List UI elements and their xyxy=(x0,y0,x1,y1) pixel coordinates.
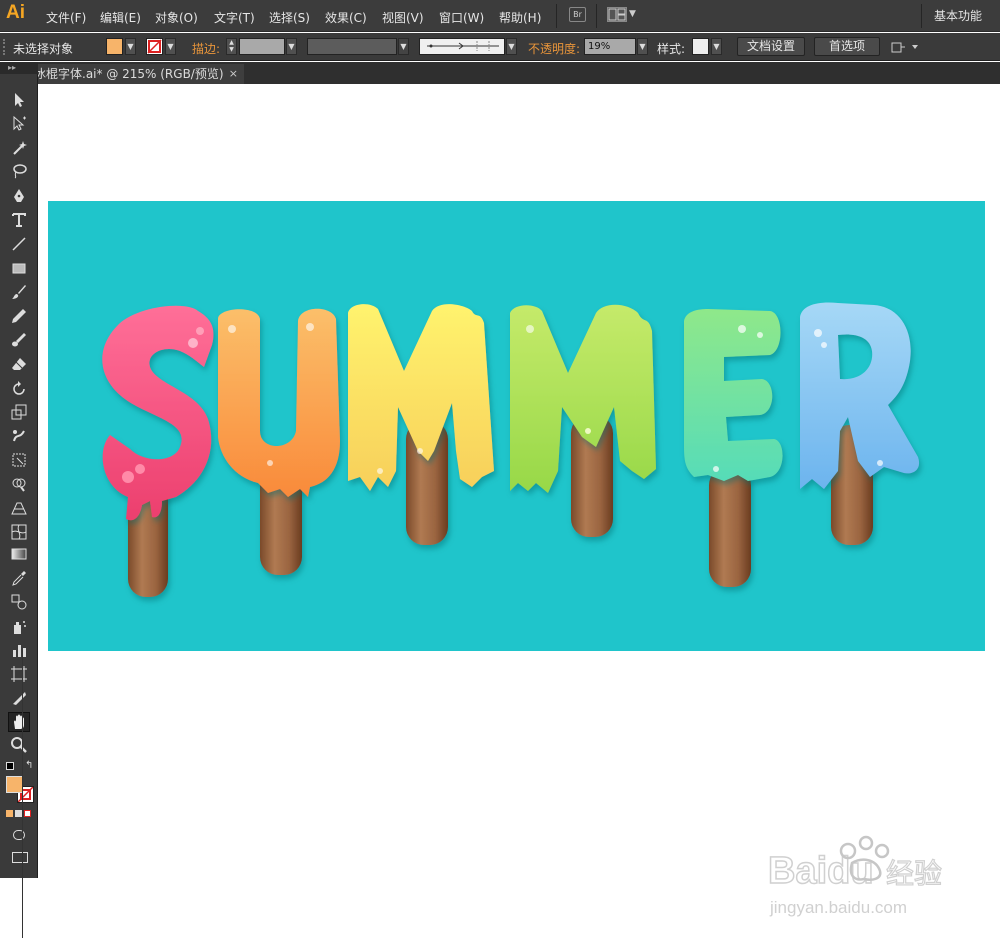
default-colors-icon[interactable] xyxy=(6,762,14,770)
stroke-label[interactable]: 描边: xyxy=(192,40,220,57)
fill-dropdown-icon[interactable]: ▼ xyxy=(125,38,136,55)
paintbrush-tool-icon[interactable] xyxy=(8,282,30,302)
type-tool-icon[interactable] xyxy=(8,210,30,230)
menu-object[interactable]: 对象(O) xyxy=(155,9,198,26)
brush-definition-field[interactable] xyxy=(419,38,505,55)
menu-select[interactable]: 选择(S) xyxy=(269,9,310,26)
bridge-button[interactable]: Br xyxy=(569,7,586,22)
tools-panel: ▸▸ ↰ xyxy=(0,62,38,878)
screen-mode-icon[interactable] xyxy=(12,852,28,863)
popsicle-summer-artwork[interactable] xyxy=(48,201,985,651)
chevron-down-icon[interactable]: ▼ xyxy=(286,38,297,55)
chevron-down-icon[interactable]: ▼ xyxy=(629,9,636,19)
letter-e xyxy=(684,309,783,481)
menu-divider xyxy=(921,4,922,28)
pen-tool-icon[interactable] xyxy=(8,186,30,206)
lasso-tool-icon[interactable] xyxy=(8,161,30,181)
stroke-dropdown-icon[interactable]: ▼ xyxy=(165,38,176,55)
draw-mode-icon[interactable] xyxy=(13,830,25,840)
pencil-tool-icon[interactable] xyxy=(8,306,30,326)
chevron-down-icon[interactable]: ▼ xyxy=(711,38,722,55)
opacity-field[interactable]: 19% xyxy=(584,38,636,55)
menu-edit[interactable]: 编辑(E) xyxy=(100,9,141,26)
rotate-tool-icon[interactable] xyxy=(8,379,30,399)
column-graph-tool-icon[interactable] xyxy=(8,640,30,660)
line-tool-icon[interactable] xyxy=(8,234,30,254)
control-panel: 未选择对象 ▼ ▼ 描边: ▲ ▼ ▼ ▼ ▼ 不透明度: 19% ▼ 样式: ▼… xyxy=(0,33,1000,61)
menu-help[interactable]: 帮助(H) xyxy=(499,9,541,26)
menu-file[interactable]: 文件(F) xyxy=(46,9,86,26)
slice-tool-icon[interactable] xyxy=(8,688,30,708)
style-label: 样式: xyxy=(657,42,686,56)
opacity-label[interactable]: 不透明度: xyxy=(528,40,580,57)
tools-panel-collapse-icon[interactable]: ▸▸ xyxy=(0,62,38,74)
mesh-tool-icon[interactable] xyxy=(8,522,30,542)
menu-type[interactable]: 文字(T) xyxy=(214,9,255,26)
fill-stroke-widget: ↰ xyxy=(4,760,36,876)
stroke-swatch[interactable] xyxy=(146,38,163,55)
symbol-sprayer-tool-icon[interactable] xyxy=(8,617,30,637)
scale-tool-icon[interactable] xyxy=(8,402,30,422)
menu-effect[interactable]: 效果(C) xyxy=(325,9,367,26)
arrange-documents-icon[interactable] xyxy=(607,7,627,22)
watermark-url: jingyan.baidu.com xyxy=(769,898,907,917)
direct-selection-tool-icon[interactable] xyxy=(8,114,30,134)
selection-tool-icon[interactable] xyxy=(8,90,30,110)
fill-color-box[interactable] xyxy=(6,776,23,793)
chevron-down-icon[interactable]: ▼ xyxy=(506,38,517,55)
baidu-jingyan-watermark: Baidu 经验 jingyan.baidu.com xyxy=(767,833,968,933)
gradient-tool-icon[interactable] xyxy=(8,544,30,564)
hand-tool-icon[interactable] xyxy=(8,712,30,732)
menu-window[interactable]: 窗口(W) xyxy=(439,9,484,26)
perspective-grid-tool-icon[interactable] xyxy=(8,498,30,518)
graphic-style-swatch[interactable] xyxy=(692,38,709,55)
selection-status: 未选择对象 xyxy=(13,42,74,56)
close-icon[interactable]: × xyxy=(229,64,238,84)
panel-grip-icon[interactable] xyxy=(3,39,7,55)
free-transform-tool-icon[interactable] xyxy=(8,450,30,470)
menu-divider xyxy=(596,4,597,28)
chevron-down-icon[interactable]: ▼ xyxy=(398,38,409,55)
letter-r xyxy=(800,302,920,489)
panel-menu-icon[interactable] xyxy=(890,40,920,55)
menu-divider xyxy=(556,4,557,28)
eyedropper-tool-icon[interactable] xyxy=(8,568,30,588)
warp-tool-icon[interactable] xyxy=(8,426,30,446)
canvas-ruler-edge xyxy=(22,650,23,938)
app-logo: Ai xyxy=(6,2,25,23)
gradient-mode-icon[interactable] xyxy=(15,810,22,817)
eraser-tool-icon[interactable] xyxy=(8,354,30,374)
blob-brush-tool-icon[interactable] xyxy=(8,330,30,350)
shape-builder-tool-icon[interactable] xyxy=(8,474,30,494)
watermark-brand: Baidu xyxy=(768,850,874,892)
artboard[interactable] xyxy=(48,201,985,651)
zoom-tool-icon[interactable] xyxy=(8,735,30,755)
rectangle-tool-icon[interactable] xyxy=(8,258,30,278)
none-mode-icon[interactable] xyxy=(24,810,31,817)
stroke-weight-field[interactable] xyxy=(239,38,285,55)
menu-bar: Ai 文件(F) 编辑(E) 对象(O) 文字(T) 选择(S) 效果(C) 视… xyxy=(0,0,1000,32)
chevron-down-icon[interactable]: ▼ xyxy=(637,38,648,55)
variable-width-profile[interactable] xyxy=(307,38,397,55)
letter-u xyxy=(218,308,340,497)
menu-view[interactable]: 视图(V) xyxy=(382,9,424,26)
stroke-weight-stepper[interactable]: ▲ ▼ xyxy=(226,38,237,55)
blend-tool-icon[interactable] xyxy=(8,592,30,612)
document-tab-bar: 冰棍字体.ai* @ 215% (RGB/预览) × xyxy=(0,62,1000,84)
color-mode-icon[interactable] xyxy=(6,810,13,817)
document-setup-button[interactable]: 文档设置 xyxy=(737,37,805,56)
workspace-switcher[interactable]: 基本功能 xyxy=(934,7,982,24)
artboard-tool-icon[interactable] xyxy=(8,664,30,684)
document-tab-title: 冰棍字体.ai* @ 215% (RGB/预览) xyxy=(34,67,224,81)
letter-s xyxy=(102,305,214,521)
fill-swatch[interactable] xyxy=(106,38,123,55)
preferences-button[interactable]: 首选项 xyxy=(814,37,880,56)
magic-wand-tool-icon[interactable] xyxy=(8,138,30,158)
swap-colors-icon[interactable]: ↰ xyxy=(25,760,33,771)
document-tab[interactable]: 冰棍字体.ai* @ 215% (RGB/预览) × xyxy=(30,64,244,84)
watermark-cn: 经验 xyxy=(886,857,942,890)
